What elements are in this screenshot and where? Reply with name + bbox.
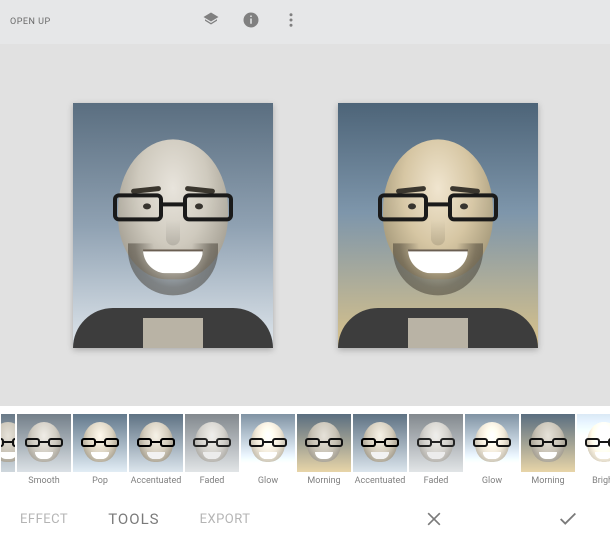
app-title[interactable]: OPEN UP: [10, 17, 51, 27]
filter-label: Morning: [297, 476, 351, 486]
filter-label: Glow: [465, 476, 519, 486]
filter-strip[interactable]: SmoothPopAccentuatedFadedGlowMorningAcce…: [0, 406, 610, 496]
filter-thumb-smooth[interactable]: Smooth: [17, 414, 71, 486]
filter-thumb-pop[interactable]: Pop: [73, 414, 127, 486]
filter-thumb-morning[interactable]: Morning: [521, 414, 575, 486]
filter-thumb-accentuated[interactable]: Accentuated: [353, 414, 407, 486]
filter-label: Faded: [409, 476, 463, 486]
preview-original[interactable]: [73, 103, 273, 348]
filter-label: Bright: [577, 476, 610, 486]
filter-label: Morning: [521, 476, 575, 486]
filter-thumb-faded[interactable]: Faded: [185, 414, 239, 486]
filter-label: Faded: [185, 476, 239, 486]
layers-icon[interactable]: [202, 11, 220, 33]
more-icon[interactable]: [282, 11, 300, 33]
filter-label: Pop: [73, 476, 127, 486]
filter-label: Accentuated: [129, 476, 183, 486]
filter-thumb-partial[interactable]: [1, 414, 15, 476]
cancel-button[interactable]: [412, 497, 456, 541]
preview-filtered[interactable]: [338, 103, 538, 348]
filter-label: Smooth: [17, 476, 71, 486]
filter-label: Glow: [241, 476, 295, 486]
tab-effect[interactable]: EFFECT: [20, 512, 68, 527]
filter-thumb-glow[interactable]: Glow: [465, 414, 519, 486]
preview-area: [0, 44, 610, 406]
topbar: OPEN UP: [0, 0, 610, 44]
filter-thumb-bright[interactable]: Bright: [577, 414, 610, 486]
info-icon[interactable]: [242, 11, 260, 33]
filter-thumb-morning[interactable]: Morning: [297, 414, 351, 486]
tab-tools[interactable]: TOOLS: [108, 510, 159, 528]
filter-thumb-faded[interactable]: Faded: [409, 414, 463, 486]
tab-export[interactable]: EXPORT: [200, 512, 251, 527]
filter-thumb-accentuated[interactable]: Accentuated: [129, 414, 183, 486]
confirm-button[interactable]: [546, 497, 590, 541]
filter-thumb-glow[interactable]: Glow: [241, 414, 295, 486]
bottombar: EFFECT TOOLS EXPORT: [0, 496, 610, 542]
filter-label: Accentuated: [353, 476, 407, 486]
